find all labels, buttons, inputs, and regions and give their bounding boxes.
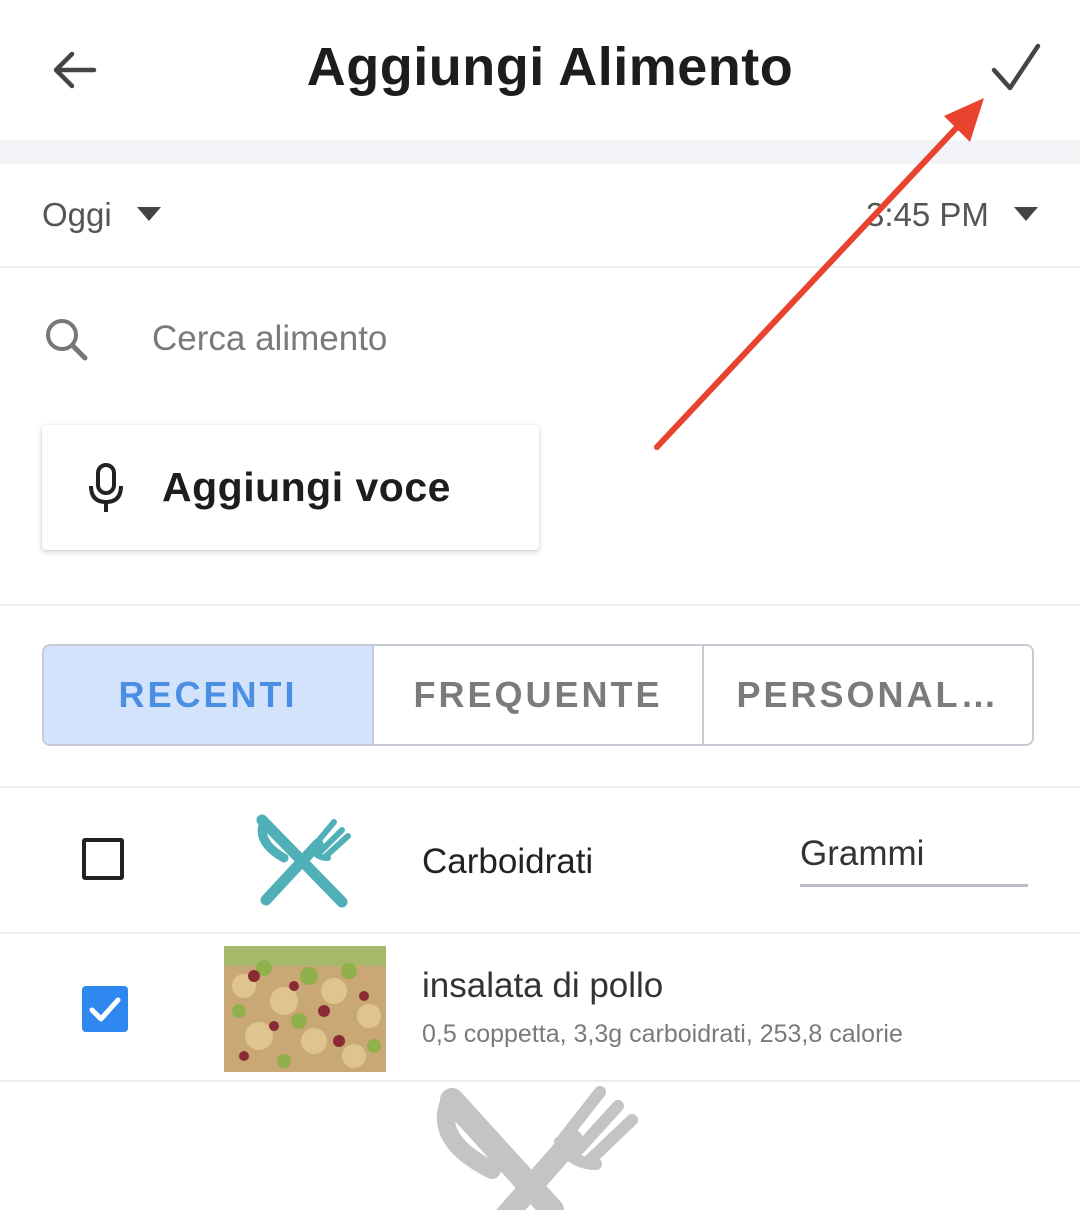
cutlery-icon xyxy=(256,814,351,908)
tab-recenti[interactable]: RECENTI xyxy=(44,646,374,744)
checkmark-icon[interactable] xyxy=(986,40,1046,96)
tab-personal[interactable]: PERSONAL… xyxy=(704,646,1032,744)
microphone-icon xyxy=(89,463,123,512)
add-voice-label: Aggiungi voce xyxy=(162,464,451,510)
divider xyxy=(0,786,1080,788)
caret-down-icon[interactable] xyxy=(1013,206,1039,222)
tab-bar: RECENTI FREQUENTE PERSONAL… xyxy=(42,644,1034,746)
cutlery-icon xyxy=(436,1086,638,1210)
list-item-title: Carboidrati xyxy=(422,842,594,881)
tab-frequente[interactable]: FREQUENTE xyxy=(374,646,704,744)
unit-field[interactable]: Grammi xyxy=(800,834,924,874)
search-icon xyxy=(46,319,88,361)
divider xyxy=(0,932,1080,934)
row-checkbox[interactable] xyxy=(82,838,124,880)
list-item-detail: 0,5 coppetta, 3,3g carboidrati, 253,8 ca… xyxy=(422,1020,903,1048)
divider xyxy=(0,604,1080,606)
header-separator xyxy=(0,140,1080,164)
list-item-title: insalata di pollo xyxy=(422,966,664,1005)
caret-down-icon[interactable] xyxy=(136,206,162,222)
time-selector[interactable]: 3:45 PM xyxy=(866,196,989,234)
search-input[interactable] xyxy=(152,316,752,362)
page-title: Aggiungi Alimento xyxy=(306,37,794,97)
row-checkbox-checked[interactable] xyxy=(82,986,128,1032)
food-photo xyxy=(224,946,386,1072)
date-selector[interactable]: Oggi xyxy=(42,196,112,234)
